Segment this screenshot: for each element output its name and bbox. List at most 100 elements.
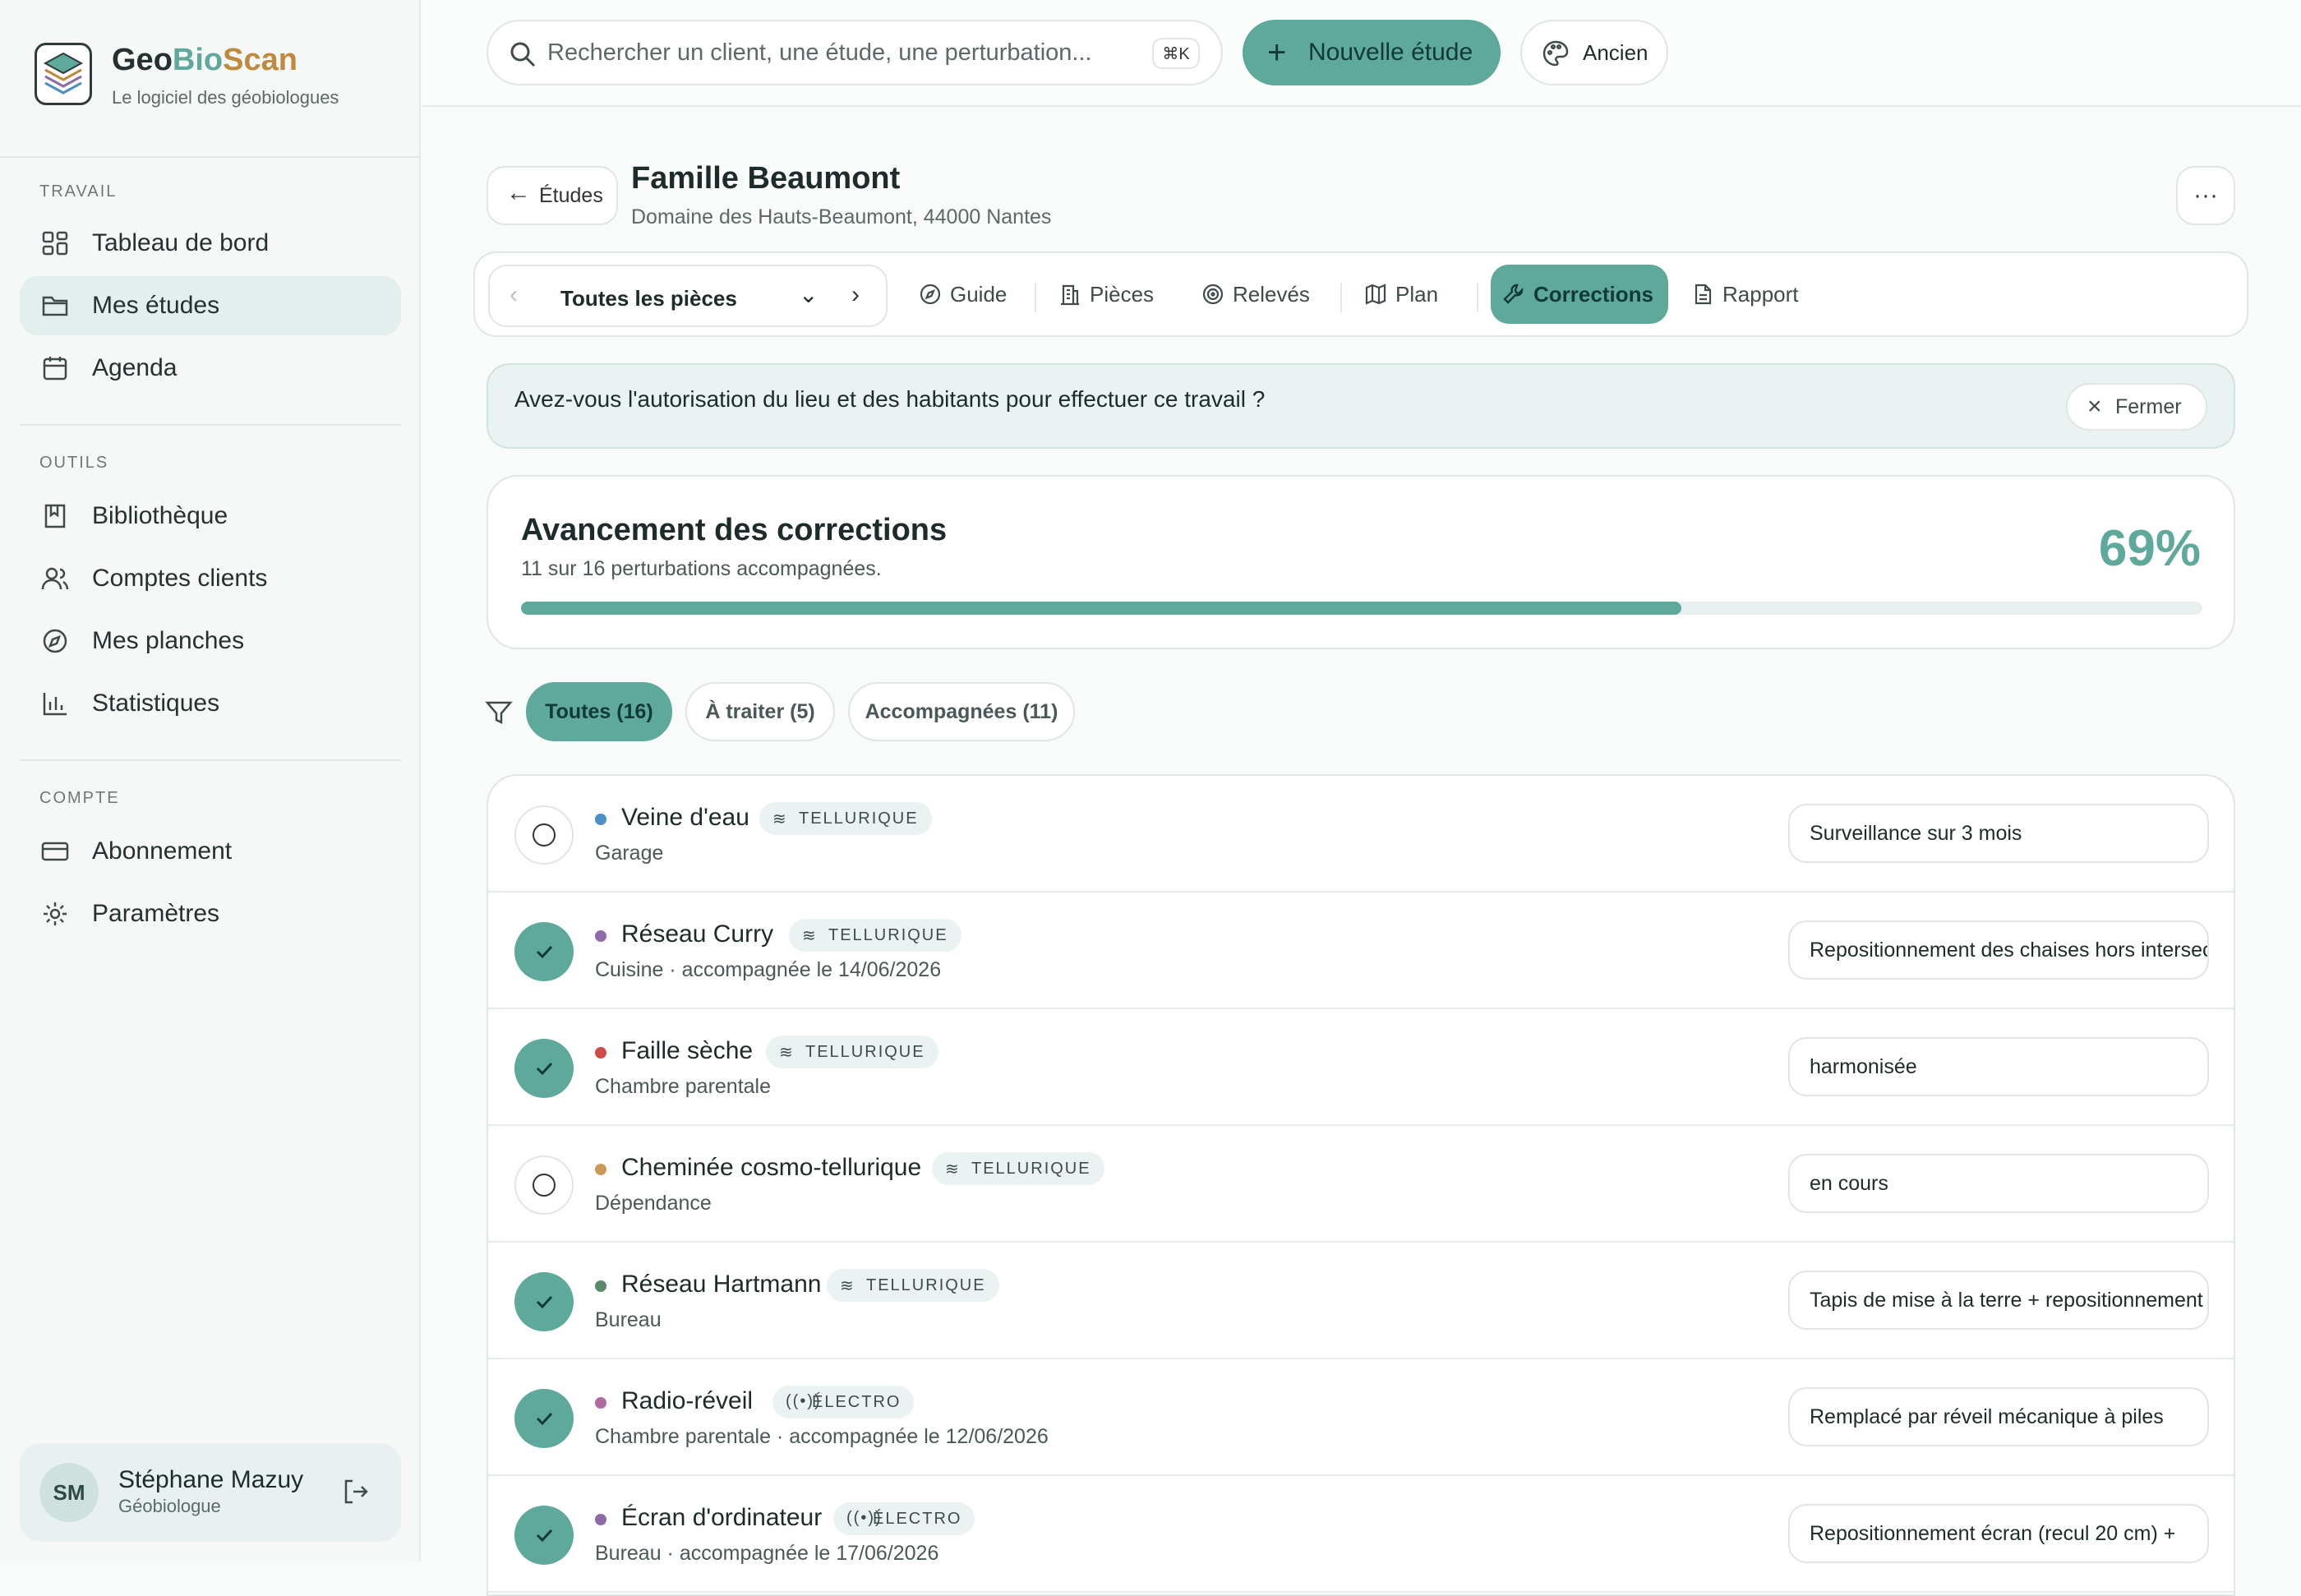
type-label: TELLURIQUE — [971, 1159, 1091, 1178]
correction-note-input[interactable]: Repositionnement écran (recul 20 cm) + — [1788, 1504, 2209, 1563]
chevron-down-icon: ⌄ — [799, 282, 818, 307]
close-notice-button[interactable]: × Fermer — [2066, 383, 2207, 431]
theme-button[interactable]: Ancien — [1520, 20, 1668, 85]
filter-icon — [485, 701, 513, 725]
folder-icon — [42, 296, 68, 316]
correction-note-input[interactable]: Remplacé par réveil mécanique à piles — [1788, 1387, 2209, 1446]
wrench-icon — [1503, 284, 1524, 304]
user-card[interactable]: SM Stéphane Mazuy Géobiologue — [20, 1443, 401, 1542]
sidebar-item-label: Mes études — [92, 292, 220, 319]
tab-plan[interactable]: Plan — [1353, 265, 1438, 324]
new-study-button[interactable]: + Nouvelle étude — [1243, 20, 1501, 85]
type-label: TELLURIQUE — [866, 1275, 986, 1294]
status-toggle[interactable] — [514, 1039, 574, 1098]
correction-note-input[interactable]: Tapis de mise à la terre + repositionnem… — [1788, 1271, 2209, 1330]
tab-rapport[interactable]: Rapport — [1680, 265, 1799, 324]
type-label: TELLURIQUE — [799, 809, 919, 828]
perturbation-room: Chambre parentale — [595, 1075, 772, 1098]
user-role: Géobiologue — [118, 1496, 221, 1516]
chevron-left-icon[interactable]: ‹ — [510, 281, 518, 309]
perturbation-name: Radio-réveil — [621, 1387, 754, 1414]
category-dot — [595, 1397, 606, 1409]
perturbation-name: Réseau Hartmann — [621, 1271, 822, 1298]
waves-icon: ≋ — [945, 1160, 961, 1179]
gear-icon — [44, 902, 67, 925]
waves-icon: ≋ — [779, 1044, 795, 1062]
sidebar-item-agenda[interactable]: Agenda — [20, 339, 401, 398]
search-input[interactable]: Rechercher un client, une étude, une per… — [486, 20, 1223, 85]
perturbation-name: Faille sèche — [621, 1037, 754, 1064]
radar-icon — [1202, 284, 1224, 305]
section-label-outils: OUTILS — [39, 454, 109, 472]
logout-icon[interactable] — [340, 1476, 371, 1507]
back-button[interactable]: ← Études — [486, 166, 618, 225]
logo-icon — [35, 43, 92, 105]
perturbation-room: Bureau — [595, 1308, 662, 1331]
correction-note-input[interactable]: en cours — [1788, 1154, 2209, 1213]
sidebar-item-abonnement[interactable]: Abonnement — [20, 822, 401, 881]
category-dot — [595, 1047, 606, 1059]
type-label: TELLURIQUE — [828, 925, 948, 944]
correction-note-input[interactable]: harmonisée — [1788, 1037, 2209, 1096]
sidebar-item-mes-planches[interactable]: Mes planches — [20, 611, 401, 671]
tab-label: Corrections — [1533, 281, 1653, 307]
list-item: Faille sèche ≋ TELLURIQUE Chambre parentale… — [488, 1009, 2234, 1126]
search-shortcut: ⌘K — [1152, 38, 1200, 69]
status-toggle[interactable] — [514, 1506, 574, 1565]
check-icon — [536, 1529, 553, 1543]
close-icon: × — [2087, 393, 2102, 420]
section-label-travail: TRAVAIL — [39, 182, 118, 201]
wave-icon: ((•)) — [786, 1392, 822, 1410]
progress-subtitle: 11 sur 16 perturbations accompagnées. — [521, 557, 882, 580]
chevron-right-icon[interactable]: › — [851, 281, 860, 309]
tab-pieces[interactable]: Pièces — [1047, 265, 1154, 324]
type-label: TELLURIQUE — [805, 1042, 925, 1061]
sidebar-item-statistiques[interactable]: Statistiques — [20, 674, 401, 733]
status-toggle[interactable] — [514, 922, 574, 981]
close-label: Fermer — [2115, 394, 2182, 418]
type-badge: ≋ TELLURIQUE — [789, 919, 961, 952]
perturbation-room: Cuisine · accompagnée le 14/06/2026 — [595, 958, 942, 981]
sidebar-item-bibliotheque[interactable]: Bibliothèque — [20, 487, 401, 546]
more-button[interactable]: ··· — [2176, 166, 2235, 225]
progress-card: Avancement des corrections 11 sur 16 per… — [486, 475, 2235, 649]
sidebar-item-mes-etudes[interactable]: Mes études — [20, 276, 401, 335]
perturbation-name: Cheminée cosmo-tellurique — [621, 1154, 922, 1181]
filter-accompagnees[interactable]: Accompagnées (11) — [848, 682, 1075, 741]
type-badge: ≋ TELLURIQUE — [766, 1036, 938, 1068]
status-toggle[interactable] — [514, 1389, 574, 1448]
filter-all[interactable]: Toutes (16) — [526, 682, 672, 741]
status-toggle[interactable] — [514, 1272, 574, 1331]
notice-text: Avez-vous l'autorisation du lieu et des … — [514, 386, 1266, 412]
chart-icon — [43, 693, 67, 716]
search-placeholder: Rechercher un client, une étude, une per… — [547, 39, 1092, 66]
sidebar-item-label: Paramètres — [92, 900, 220, 927]
waves-icon: ≋ — [840, 1277, 855, 1295]
study-tabs: ‹ Toutes les pièces ⌄ › Guide Pièces Rel… — [473, 251, 2248, 337]
section-label-compte: COMPTE — [39, 789, 120, 807]
status-toggle[interactable] — [514, 805, 574, 865]
status-toggle[interactable] — [514, 1155, 574, 1215]
new-study-label: Nouvelle étude — [1308, 39, 1473, 66]
sidebar: GeoBioScan Le logiciel des géobiologues … — [0, 0, 421, 1561]
filter-a-traiter[interactable]: À traiter (5) — [685, 682, 835, 741]
category-dot — [595, 814, 606, 825]
list-item: Veine d'eau ≋ TELLURIQUE Garage Surveillance… — [488, 776, 2234, 893]
correction-note-input[interactable]: Surveillance sur 3 mois — [1788, 804, 2209, 863]
sidebar-item-comptes-clients[interactable]: Comptes clients — [20, 549, 401, 608]
tab-label: Relevés — [1233, 281, 1310, 307]
tab-corrections[interactable]: Corrections — [1491, 265, 1668, 324]
check-icon — [536, 1062, 553, 1076]
back-label: Études — [539, 183, 603, 207]
check-icon — [536, 1412, 553, 1426]
tab-guide[interactable]: Guide — [907, 265, 1007, 324]
palette-icon — [1542, 40, 1569, 67]
room-select[interactable]: ‹ Toutes les pièces ⌄ › — [488, 265, 888, 327]
sidebar-item-parametres[interactable]: Paramètres — [20, 884, 401, 943]
type-badge: ≋ TELLURIQUE — [827, 1269, 999, 1302]
type-badge: ≋ TELLURIQUE — [932, 1152, 1104, 1185]
document-icon — [1695, 284, 1712, 305]
sidebar-item-dashboard[interactable]: Tableau de bord — [20, 214, 401, 273]
tab-releves[interactable]: Relevés — [1190, 265, 1310, 324]
correction-note-input[interactable]: Repositionnement des chaises hors inters… — [1788, 920, 2209, 980]
